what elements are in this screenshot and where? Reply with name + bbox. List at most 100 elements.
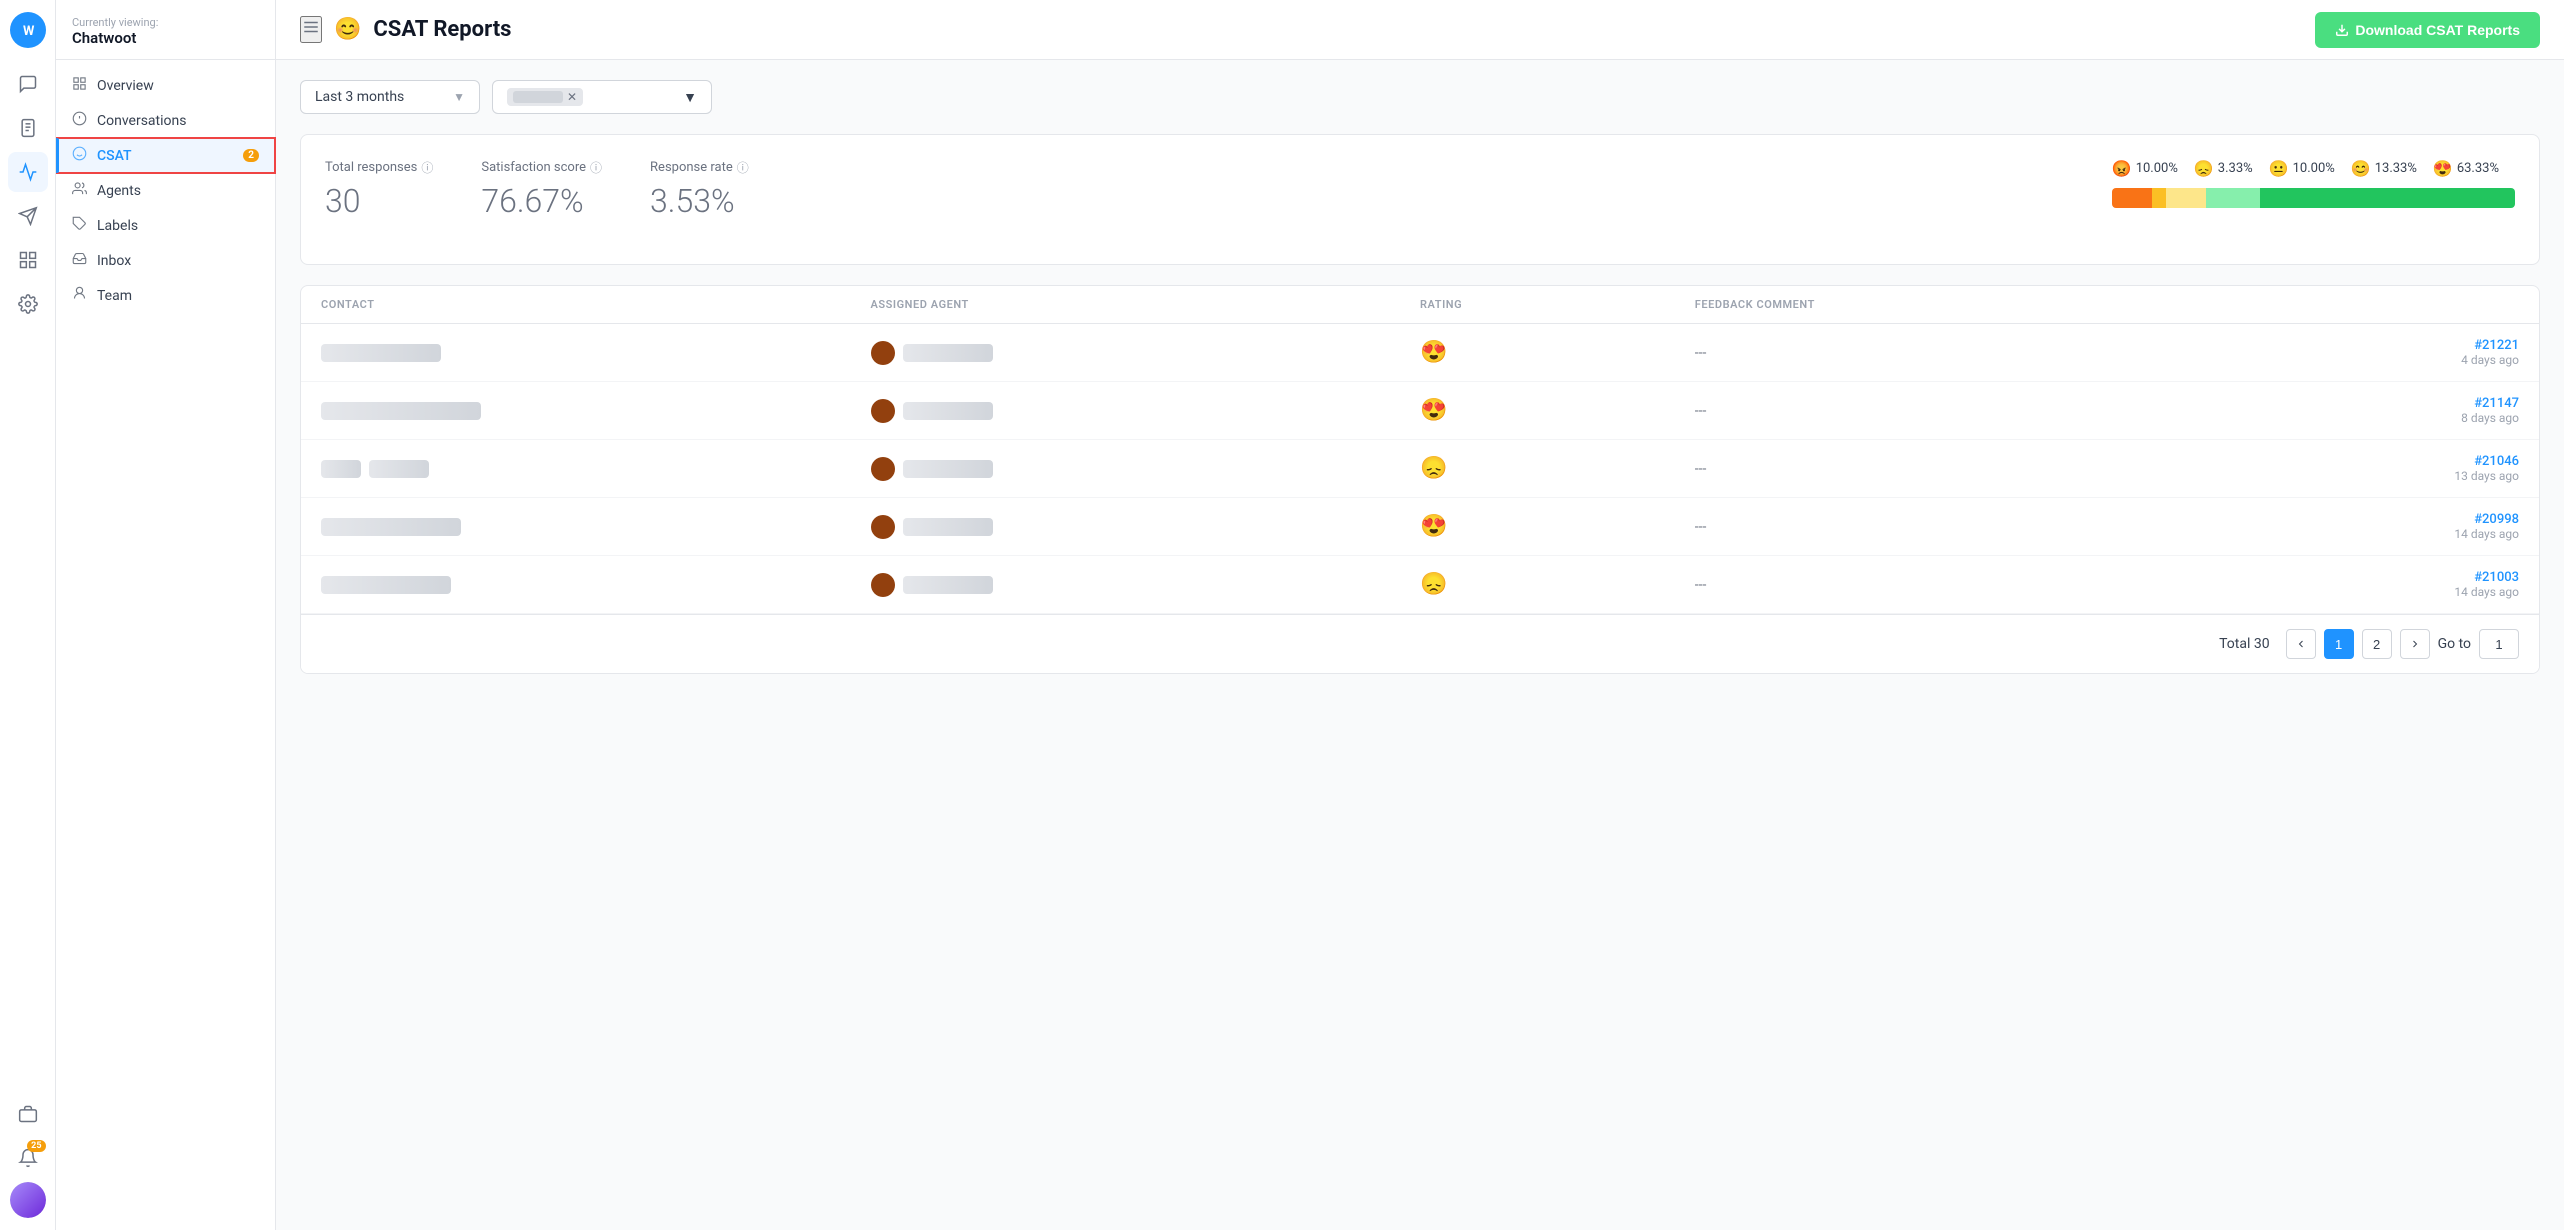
col-rating: RATING (1420, 298, 1695, 311)
icon-bar: W 25 (0, 0, 56, 1230)
link-cell: #21046 13 days ago (2244, 454, 2519, 483)
table-row: 😍 --- #20998 14 days ago (301, 498, 2539, 556)
contacts-nav-icon[interactable] (8, 108, 48, 148)
sidebar-team-label: Team (97, 288, 132, 304)
table-header: CONTACT ASSIGNED AGENT RATING FEEDBACK C… (301, 286, 2539, 324)
inbox-icon (72, 251, 87, 270)
agent-avatar-icon (871, 515, 895, 539)
feedback-cell: --- (1695, 345, 2245, 361)
agent-avatar-icon (871, 341, 895, 365)
response-rate-stat: Response rate ⓘ 3.53% (650, 159, 749, 220)
sidebar-labels-label: Labels (97, 218, 138, 234)
campaigns-nav-icon[interactable] (8, 196, 48, 236)
contact-cell (321, 344, 871, 362)
contact-cell (321, 576, 871, 594)
sidebar-overview-label: Overview (97, 78, 154, 94)
conversation-link[interactable]: #21003 (2244, 570, 2519, 585)
rating-very-bad: 😡 10.00% (2112, 159, 2178, 178)
good-bar (2206, 188, 2260, 208)
sidebar: Currently viewing: Chatwoot Overview Con… (56, 0, 276, 1230)
goto-label: Go to (2438, 636, 2471, 652)
goto-input[interactable] (2479, 629, 2519, 659)
integrations-nav-icon[interactable] (8, 240, 48, 280)
sidebar-item-inbox[interactable]: Inbox (56, 243, 275, 278)
sidebar-csat-label: CSAT (97, 148, 132, 164)
sidebar-item-labels[interactable]: Labels (56, 208, 275, 243)
agent-filter[interactable]: ✕ ▼ (492, 80, 712, 114)
agent-cell (871, 457, 1421, 481)
sidebar-header: Currently viewing: Chatwoot (56, 0, 275, 60)
content-area: Last 3 months ▼ ✕ ▼ Total responses ⓘ (276, 60, 2564, 1230)
agent-avatar-icon (871, 573, 895, 597)
conversation-link[interactable]: #20998 (2244, 512, 2519, 527)
page-emoji-icon: 😊 (334, 17, 361, 42)
total-responses-value: 30 (325, 182, 433, 220)
bad-percent: 3.33% (2218, 161, 2253, 176)
sidebar-item-overview[interactable]: Overview (56, 68, 275, 103)
ratings-bar (2112, 188, 2515, 208)
link-cell: #21147 8 days ago (2244, 396, 2519, 425)
agents-icon (72, 181, 87, 200)
very-bad-emoji: 😡 (2112, 159, 2132, 178)
notification-bell-icon[interactable]: 25 (8, 1138, 48, 1178)
pagination: Total 30 1 2 Go to (301, 614, 2539, 673)
hamburger-button[interactable] (300, 16, 322, 43)
user-avatar[interactable] (10, 1182, 46, 1218)
contact-cell (321, 460, 871, 478)
conversation-link[interactable]: #21221 (2244, 338, 2519, 353)
date-range-label: Last 3 months (315, 89, 404, 105)
response-rate-label: Response rate (650, 160, 733, 175)
devices-nav-icon[interactable] (8, 1094, 48, 1134)
page-2-button[interactable]: 2 (2362, 629, 2392, 659)
labels-icon (72, 216, 87, 235)
app-logo[interactable]: W (10, 12, 46, 48)
team-icon (72, 286, 87, 305)
page-1-button[interactable]: 1 (2324, 629, 2354, 659)
response-rate-info-icon[interactable]: ⓘ (737, 159, 749, 176)
reports-nav-icon[interactable] (8, 152, 48, 192)
neutral-percent: 10.00% (2293, 161, 2335, 176)
time-ago: 14 days ago (2244, 585, 2519, 599)
total-responses-stat: Total responses ⓘ 30 (325, 159, 433, 220)
sidebar-item-conversations[interactable]: Conversations (56, 103, 275, 138)
excellent-emoji: 😍 (2433, 159, 2453, 178)
table-row: 😍 --- #21221 4 days ago (301, 324, 2539, 382)
agent-filter-chevron-icon: ▼ (683, 89, 697, 106)
sidebar-item-agents[interactable]: Agents (56, 173, 275, 208)
csat-badge: 2 (243, 149, 259, 162)
top-header: 😊 CSAT Reports Download CSAT Reports (276, 0, 2564, 60)
ratings-summary: 😡 10.00% 😞 3.33% 😐 10.00% 😊 (2112, 159, 2515, 178)
rating-cell: 😞 (1420, 456, 1695, 481)
agent-avatar-icon (871, 457, 895, 481)
settings-nav-icon[interactable] (8, 284, 48, 324)
time-ago: 8 days ago (2244, 411, 2519, 425)
neutral-bar (2166, 188, 2206, 208)
conversation-link[interactable]: #21046 (2244, 454, 2519, 469)
next-page-button[interactable] (2400, 629, 2430, 659)
rating-cell: 😍 (1420, 514, 1695, 539)
prev-page-button[interactable] (2286, 629, 2316, 659)
col-feedback: FEEDBACK COMMENT (1695, 298, 2245, 311)
feedback-cell: --- (1695, 461, 2245, 477)
conversations-nav-icon[interactable] (8, 64, 48, 104)
satisfaction-score-value: 76.67% (481, 182, 602, 220)
total-responses-info-icon[interactable]: ⓘ (421, 159, 433, 176)
workspace-name: Chatwoot (72, 29, 259, 47)
sidebar-item-csat[interactable]: CSAT 2 (56, 138, 275, 173)
sidebar-item-team[interactable]: Team (56, 278, 275, 313)
good-emoji: 😊 (2351, 159, 2371, 178)
very-bad-percent: 10.00% (2136, 161, 2178, 176)
sidebar-inbox-label: Inbox (97, 253, 131, 269)
download-csat-button[interactable]: Download CSAT Reports (2315, 12, 2540, 48)
conversation-link[interactable]: #21147 (2244, 396, 2519, 411)
satisfaction-score-stat: Satisfaction score ⓘ 76.67% (481, 159, 602, 220)
feedback-cell: --- (1695, 519, 2245, 535)
feedback-cell: --- (1695, 403, 2245, 419)
bad-emoji: 😞 (2194, 159, 2214, 178)
satisfaction-score-info-icon[interactable]: ⓘ (590, 159, 602, 176)
date-range-filter[interactable]: Last 3 months ▼ (300, 80, 480, 114)
table-row: 😞 --- #21046 13 days ago (301, 440, 2539, 498)
remove-agent-tag-button[interactable]: ✕ (567, 90, 577, 104)
csat-icon (72, 146, 87, 165)
filters-row: Last 3 months ▼ ✕ ▼ (300, 80, 2540, 114)
